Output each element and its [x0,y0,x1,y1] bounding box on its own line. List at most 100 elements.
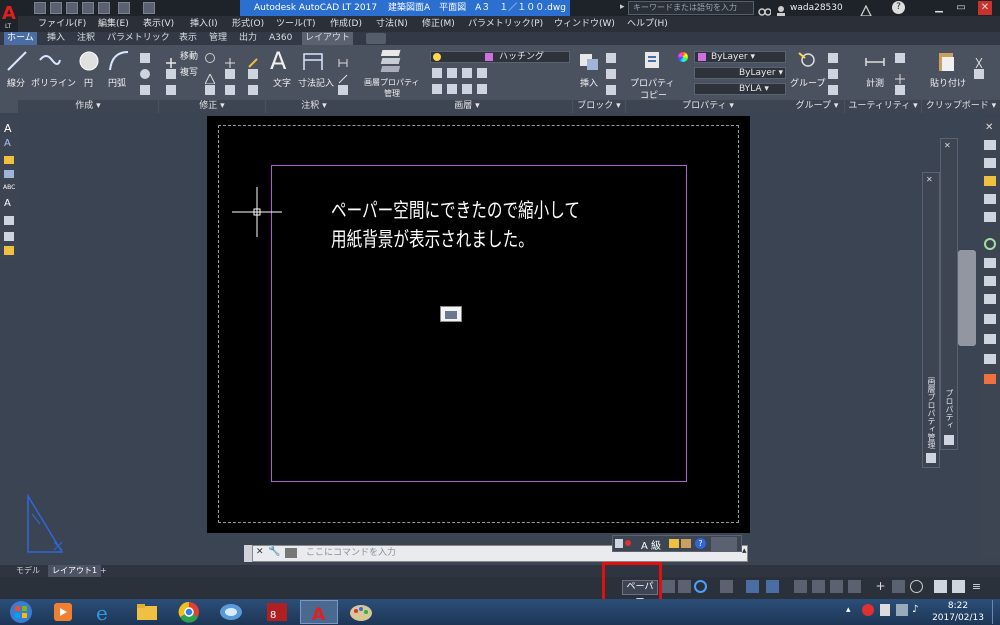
snap-tool-4-icon[interactable] [984,194,996,204]
menu-file[interactable]: ファイル(F) [38,16,86,32]
object-snap-icon[interactable] [766,580,779,593]
ungroup-icon[interactable] [828,53,838,63]
move-label[interactable]: 移動 [180,51,198,63]
palette-style-icon[interactable]: A [4,198,11,209]
layer-palette-close-icon[interactable]: ✕ [926,175,933,184]
snap-tool-2-icon[interactable] [984,158,996,168]
snap-tool-8-icon[interactable] [984,294,996,304]
info-icon[interactable]: ? [695,538,706,549]
workspace-switch-icon[interactable] [711,537,737,551]
erase-icon[interactable] [248,53,258,68]
save-as-icon[interactable] [82,2,94,14]
tab-home[interactable]: ホーム [4,32,37,45]
snap-tool-10-icon[interactable] [984,334,996,344]
snap-center-icon[interactable] [984,238,996,250]
cut-icon[interactable] [974,53,984,69]
copy-label[interactable]: 複写 [180,67,198,79]
snap-tool-6-icon[interactable] [984,258,996,268]
ribbon-options-icon[interactable] [366,33,386,44]
properties-palette[interactable]: ✕ プロパティ [940,138,958,450]
annotation-monitor-icon[interactable] [830,580,843,593]
palette-table-icon[interactable] [4,216,14,225]
viewport-scale-icon[interactable] [440,306,462,322]
tab-manage[interactable]: 管理 [206,32,230,45]
tab-model[interactable]: モデル [12,565,44,577]
tray-flag-icon[interactable] [880,604,890,616]
help-icon[interactable]: ? [892,1,905,14]
layer-palette[interactable]: ✕ 画層プロパティ管理 [922,172,940,468]
tab-output[interactable]: 出力 [236,32,260,45]
exchange-icon[interactable] [859,2,873,17]
media-player-icon[interactable] [44,600,82,624]
tray-network-icon[interactable] [896,604,908,616]
explode-icon[interactable] [248,69,258,79]
quick-select-icon[interactable] [895,53,905,63]
fullscreen-icon[interactable] [952,580,965,593]
tab-insert[interactable]: 挿入 [44,32,68,45]
annotation-visibility-icon[interactable] [669,539,679,548]
hardware-acceleration-icon[interactable] [910,580,923,593]
move-icon[interactable] [166,53,176,68]
layer-dropdown[interactable]: ハッチング [430,51,570,63]
user-name[interactable]: wada28530 [790,0,843,16]
calculator-icon[interactable] [895,85,905,95]
tray-volume-icon[interactable]: ♪ [912,604,918,615]
group-edit-icon[interactable] [828,69,838,79]
paint-icon[interactable] [342,600,380,624]
taskbar-clock[interactable]: 8:22 2017/02/13 [928,599,988,625]
file-explorer-icon[interactable] [128,600,166,624]
menu-dimension[interactable]: 寸法(N) [376,16,408,32]
menu-insert[interactable]: 挿入(I) [190,16,218,32]
customize-menu-icon[interactable]: ≡ [970,580,983,593]
line-button[interactable] [6,50,28,76]
layer-tool-3-icon[interactable] [462,68,472,78]
measure-button[interactable] [864,50,886,76]
clean-screen-icon[interactable] [934,580,947,593]
command-close-icon[interactable]: ✕ [256,547,264,557]
tab-parametric[interactable]: パラメトリック [104,32,173,45]
menu-draw[interactable]: 作成(D) [330,16,362,32]
hatch-icon[interactable] [140,85,150,95]
layer-properties-button[interactable] [380,48,406,80]
transparency-icon[interactable] [794,580,807,593]
print-icon[interactable] [98,2,110,14]
menu-parametric[interactable]: パラメトリック(P) [468,16,543,32]
stretch-icon[interactable] [166,85,176,95]
linear-dim-icon[interactable] [338,53,348,67]
layer-tool-1-icon[interactable] [432,68,442,78]
undo-icon[interactable] [118,2,130,14]
create-block-icon[interactable] [606,53,616,63]
menu-modify[interactable]: 修正(M) [422,16,455,32]
search-binoculars-icon[interactable] [758,2,772,16]
osnap-tracking-icon[interactable] [720,580,733,593]
dimension-button[interactable] [302,50,324,76]
properties-panel-title[interactable]: プロパティ ▾ [626,100,790,113]
layer-tool-5-icon[interactable] [432,84,442,94]
mail-app-icon[interactable] [212,600,250,624]
palette-mtext-icon[interactable]: A [4,138,11,149]
circle-button[interactable] [78,50,100,76]
auto-scale-icon[interactable] [681,539,691,548]
isolate-objects-icon[interactable] [892,580,905,593]
draw-panel-title[interactable]: 作成 ▾ [18,100,158,113]
minimize-icon[interactable]: ▁ [932,1,946,15]
modify-panel-title[interactable]: 修正 ▾ [159,100,265,113]
lineweight-dropdown[interactable]: BYLA ▾ [694,83,786,95]
group-select-icon[interactable] [828,85,838,95]
tab-layout[interactable]: レイアウト [302,32,354,45]
clipboard-panel-title[interactable]: クリップボード ▾ [922,100,1000,113]
palette-scale-icon[interactable] [4,246,14,255]
palette-text-icon[interactable]: A [4,122,12,135]
layer-tool-7-icon[interactable] [462,84,472,94]
layer-tool-8-icon[interactable] [477,84,487,94]
polyline-button[interactable] [38,50,62,76]
copy-clip-icon[interactable] [974,69,984,79]
paint-shop-pro-icon[interactable]: 8 [258,600,296,624]
table-icon[interactable] [338,85,348,95]
rectangle-icon[interactable] [140,53,150,63]
groups-panel-title[interactable]: グループ ▾ [790,100,844,113]
new-file-icon[interactable] [34,2,46,14]
tab-layout1[interactable]: レイアウト1 [48,565,102,577]
chrome-icon[interactable] [170,600,208,624]
navigation-bar[interactable] [958,250,976,346]
